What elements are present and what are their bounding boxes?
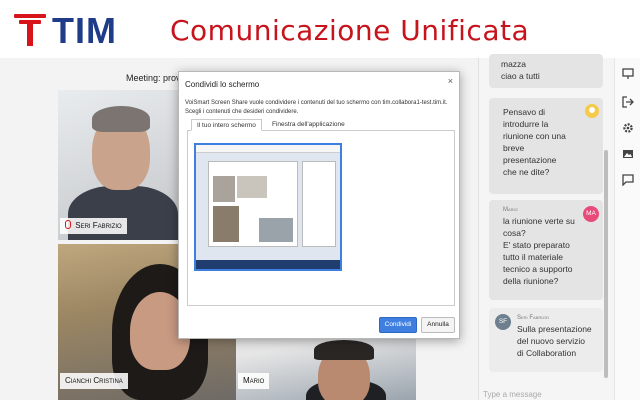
message-line: cosa? [503, 228, 526, 238]
participant-hair [314, 340, 374, 360]
chat-message: MA Mario la riunione verte su cosa? E' s… [489, 200, 603, 300]
message-sender: Seri Fabrizio [517, 315, 550, 321]
name-tag-cianchi-cristina: Cianchi Cristina [60, 373, 128, 389]
mic-off-icon [65, 220, 71, 229]
dialog-title: Condividi lo schermo [185, 80, 260, 89]
message-line: riunione con una [503, 131, 566, 141]
participant-name: Seri Fabrizio [75, 221, 122, 230]
thumbnail-chat-panel [302, 161, 336, 247]
participant-name: Mario [243, 376, 265, 385]
chat-message: mazza ciao a tutti [489, 54, 603, 88]
chat-panel: mazza ciao a tutti Pensavo di introdurre… [478, 54, 614, 400]
tim-logo-text: TIM [52, 10, 117, 51]
message-line: presentazione [503, 155, 557, 165]
participant-name: Cianchi Cristina [65, 376, 123, 385]
app-title: Comunicazione Unificata [170, 14, 530, 47]
message-line: tutto il materiale [503, 252, 563, 262]
tab-entire-screen[interactable]: Il tuo intero schermo [191, 119, 262, 131]
cancel-button[interactable]: Annulla [421, 317, 455, 333]
exit-icon[interactable] [622, 96, 634, 108]
chat-input[interactable]: Type a message [483, 390, 542, 399]
name-tag-seri-fabrizio: Seri Fabrizio [60, 218, 127, 234]
gear-icon[interactable] [622, 122, 634, 134]
name-tag-mario: Mario [238, 373, 270, 389]
close-icon[interactable]: × [448, 76, 453, 86]
screen-preview-area [187, 131, 455, 306]
thumbnail-browser-bar [196, 145, 340, 153]
thumbnail-taskbar [196, 260, 340, 269]
side-toolbar [614, 58, 640, 400]
message-line: introdurre la [503, 119, 549, 129]
meeting-label: Meeting: prova [126, 73, 186, 83]
image-icon[interactable] [622, 148, 634, 160]
message-line: di Collaboration [517, 348, 577, 358]
message-line: Sulla presentazione [517, 324, 592, 334]
tim-logo: TIM [14, 10, 124, 51]
tab-application-window[interactable]: Finestra dell'applicazione [267, 119, 350, 131]
message-line: del nuovo servizio [517, 336, 586, 346]
share-tabs: Il tuo intero schermo Finestra dell'appl… [187, 119, 455, 131]
thumbnail-window [208, 161, 298, 247]
chat-scrollbar[interactable] [604, 150, 608, 378]
message-line: breve [503, 143, 525, 153]
chat-icon[interactable] [622, 174, 634, 187]
dialog-description: VoiSmart Screen Share vuole condividere … [185, 100, 448, 115]
message-line: ciao a tutti [501, 71, 540, 81]
message-line: E' stato preparato [503, 240, 570, 250]
message-line: della riunione? [503, 276, 559, 286]
chat-message: Pensavo di introdurre la riunione con un… [489, 98, 603, 194]
message-line: mazza [501, 59, 527, 69]
presentation-icon[interactable] [622, 68, 634, 80]
screen-thumbnail[interactable] [194, 143, 342, 271]
tim-logo-icon [14, 14, 46, 46]
app-header: TIM Comunicazione Unificata [0, 0, 640, 58]
message-line: che ne dite? [503, 167, 550, 177]
avatar: SF [495, 314, 511, 330]
chat-message: SF Seri Fabrizio Sulla presentazione del… [489, 308, 603, 372]
share-button[interactable]: Condividi [379, 317, 417, 333]
avatar: MA [583, 206, 599, 222]
user-icon [585, 104, 599, 118]
message-line: tecnico a supporto [503, 264, 573, 274]
share-screen-dialog: Condividi lo schermo × VoiSmart Screen S… [178, 71, 460, 339]
participant-hair [92, 106, 150, 132]
